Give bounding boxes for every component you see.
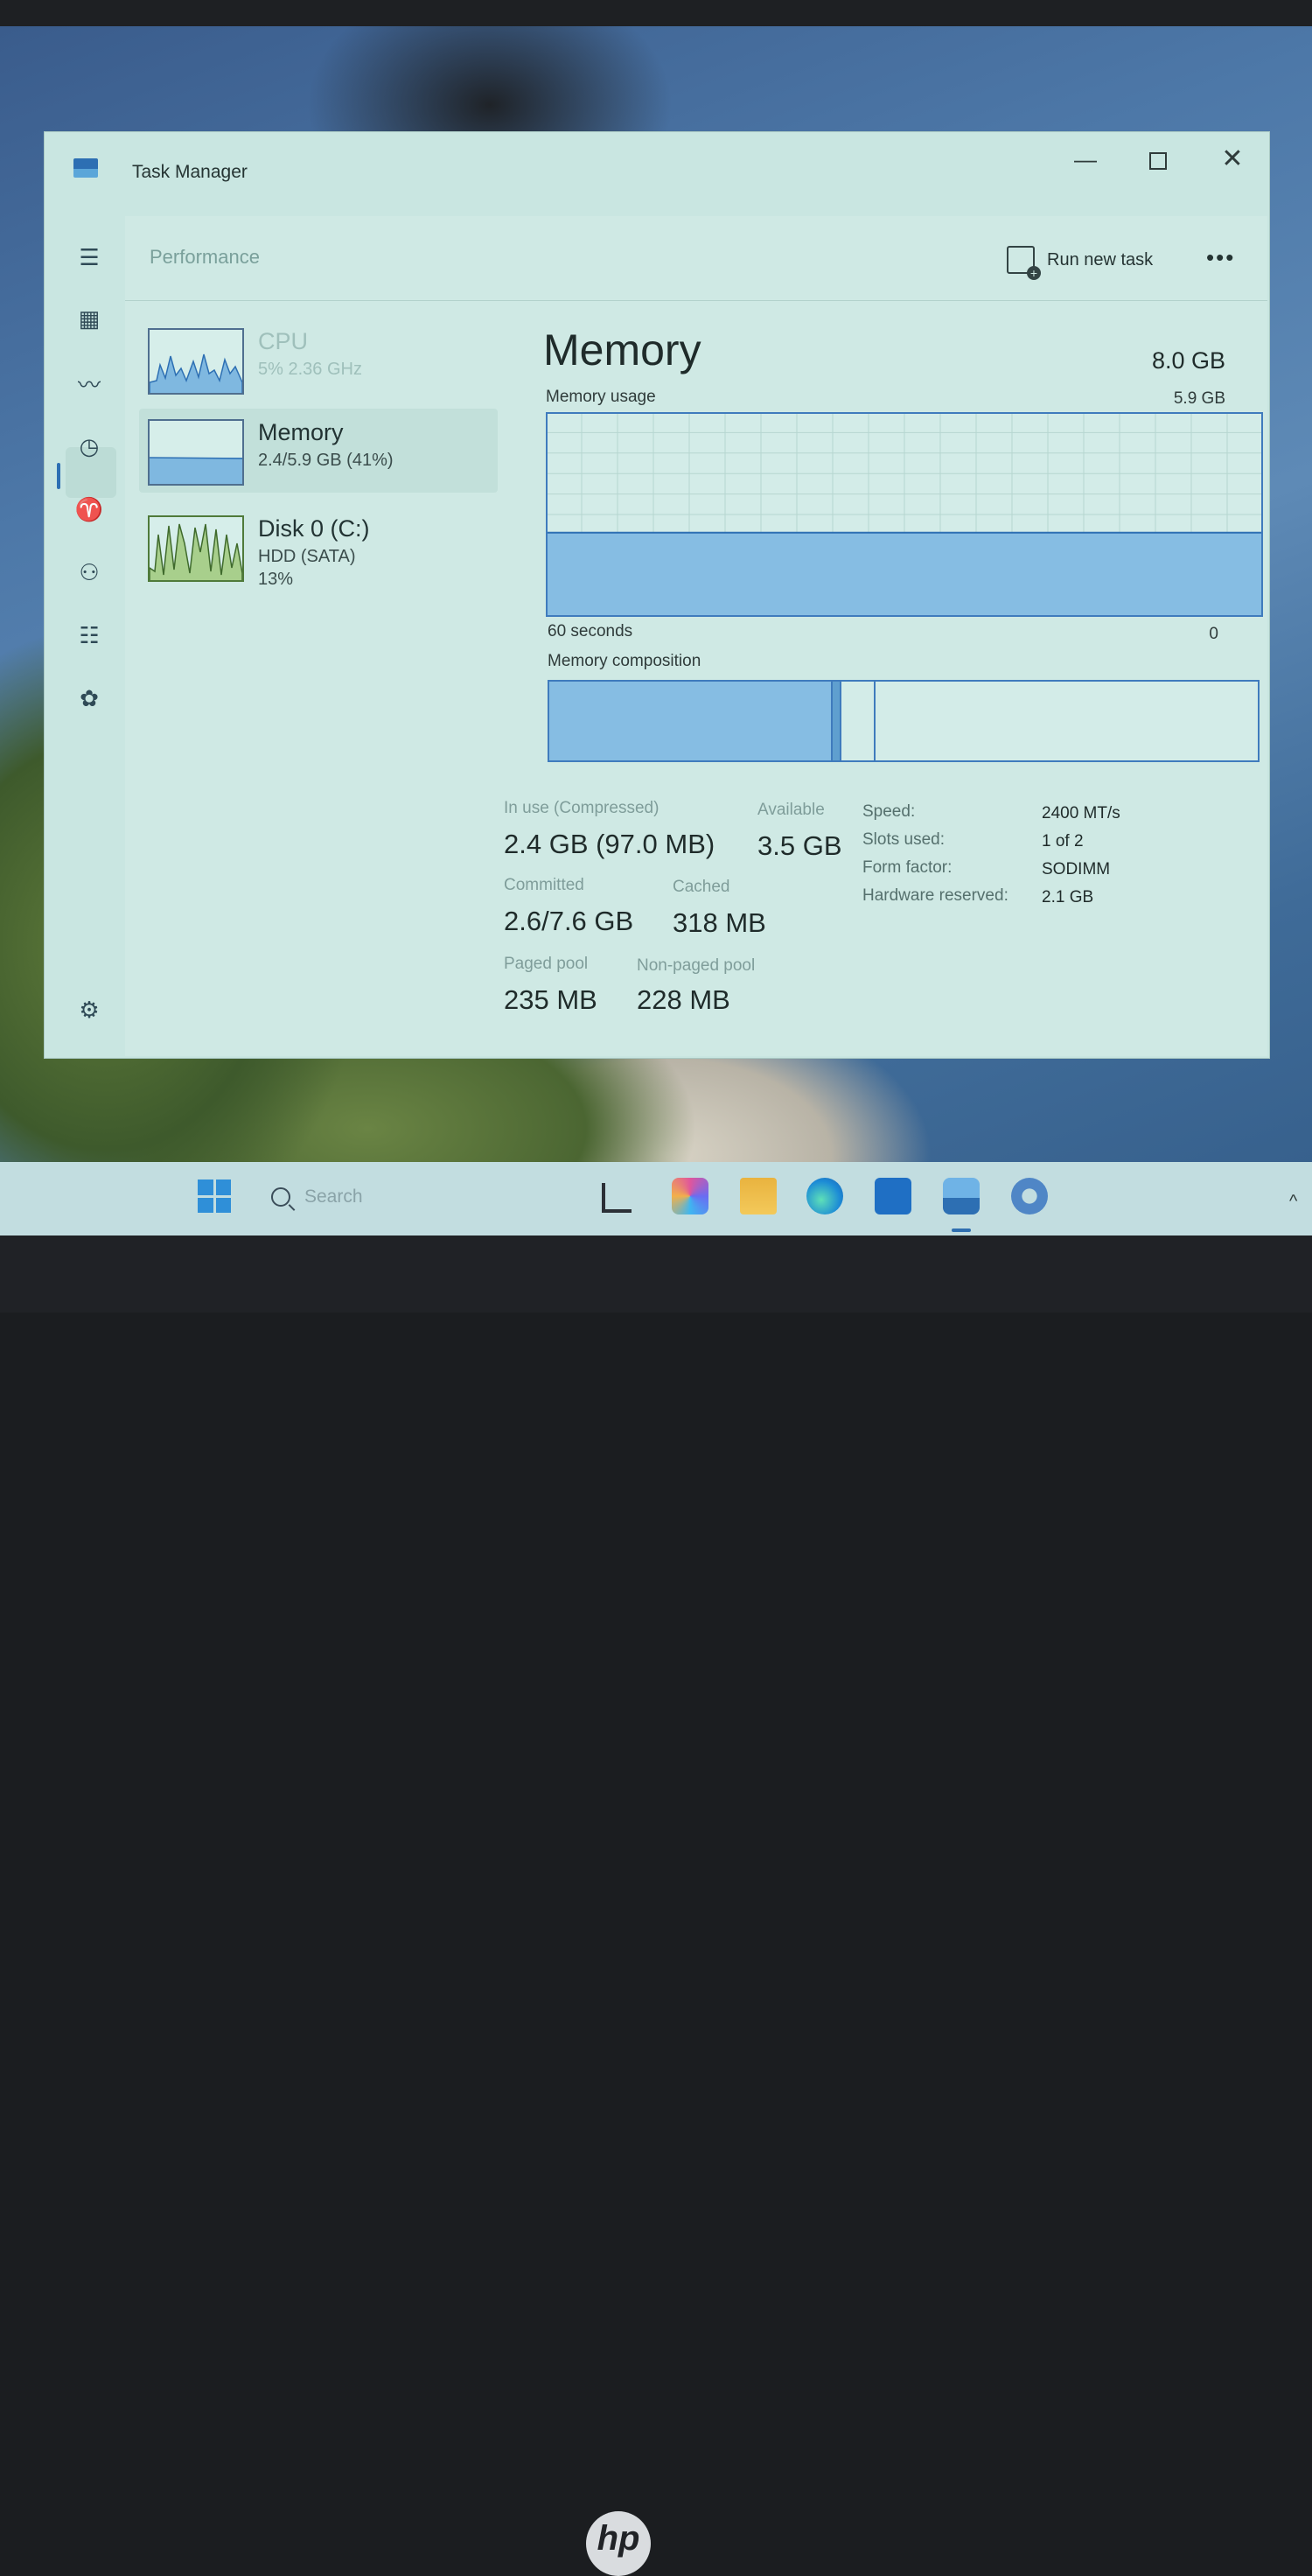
hardware-reserved-value: 2.1 GB	[1042, 888, 1094, 906]
search-icon	[271, 1187, 290, 1207]
maximize-icon	[1149, 152, 1167, 171]
header-divider	[125, 300, 1267, 301]
title-bar[interactable]: Task Manager — ✕	[45, 132, 1269, 216]
memory-thumbnail-svg	[150, 457, 242, 484]
page-title: Performance	[150, 246, 260, 268]
chevron-up-icon[interactable]: ^	[1289, 1192, 1297, 1212]
screen-bezel-bottom: hp	[0, 1236, 1312, 2576]
disk-thumbnail-svg	[150, 523, 242, 580]
disk-usage: 13%	[258, 570, 294, 589]
memory-usage-max: 5.9 GB	[1173, 389, 1225, 408]
taskbar-search[interactable]: Search	[262, 1178, 560, 1216]
navigation-rail: ☰ ▦ 〰 ◷ ♈ ⚇ ☷ ✿ ⚙	[57, 216, 123, 1047]
in-use-label: In use (Compressed)	[504, 799, 659, 817]
available-value: 3.5 GB	[757, 830, 842, 861]
copilot-icon[interactable]	[672, 1178, 708, 1214]
memory-stats: 2.4/5.9 GB (41%)	[258, 451, 394, 470]
window-title: Task Manager	[132, 162, 248, 182]
search-placeholder: Search	[304, 1186, 363, 1207]
memory-label: Memory	[258, 419, 344, 445]
cpu-stats: 5% 2.36 GHz	[258, 360, 362, 379]
graph-time-end: 0	[1209, 625, 1218, 643]
composition-in-use	[549, 682, 834, 760]
cpu-thumbnail-svg	[150, 354, 242, 393]
memory-total: 8.0 GB	[1151, 347, 1225, 374]
memory-usage-graph	[546, 412, 1263, 617]
memory-composition-label: Memory composition	[548, 652, 701, 670]
file-explorer-icon[interactable]	[740, 1178, 777, 1214]
startup-apps-icon[interactable]: ♈	[74, 494, 104, 524]
memory-usage-fill	[548, 532, 1261, 615]
running-app-indicator	[952, 1228, 971, 1232]
device-cpu[interactable]: CPU 5% 2.36 GHz	[148, 318, 454, 402]
screen-bezel-top	[0, 0, 1312, 26]
committed-label: Committed	[504, 876, 584, 894]
nav-active-indicator	[57, 463, 60, 489]
details-icon[interactable]: ☷	[74, 620, 104, 650]
settings-icon[interactable]	[1011, 1178, 1048, 1214]
composition-standby	[841, 682, 876, 760]
task-manager-window: Task Manager — ✕ ☰ ▦ 〰 ◷ ♈ ⚇ ☷ ✿ ⚙ Perfo…	[44, 131, 1270, 1059]
maximize-button[interactable]	[1132, 144, 1184, 174]
composition-modified	[833, 682, 842, 760]
hp-logo: hp	[586, 2511, 651, 2576]
form-factor-value: SODIMM	[1042, 860, 1111, 878]
cpu-label: CPU	[258, 328, 309, 354]
more-options-button[interactable]: •••	[1206, 244, 1235, 271]
services-icon[interactable]: ✿	[74, 683, 104, 713]
device-disk-0[interactable]: Disk 0 (C:) HDD (SATA) 13%	[148, 505, 454, 589]
device-memory[interactable]: Memory 2.4/5.9 GB (41%)	[139, 409, 498, 493]
paged-pool-label: Paged pool	[504, 955, 589, 973]
users-icon[interactable]: ⚇	[74, 557, 104, 587]
memory-composition-bar	[548, 680, 1260, 762]
minimize-button[interactable]: —	[1059, 144, 1112, 174]
start-tile-3	[198, 1197, 213, 1213]
hamburger-menu-icon[interactable]: ☰	[74, 242, 104, 272]
performance-icon[interactable]: 〰	[74, 370, 104, 400]
edge-icon[interactable]	[806, 1178, 843, 1214]
in-use-value: 2.4 GB (97.0 MB)	[504, 829, 715, 859]
available-label: Available	[757, 801, 825, 819]
non-paged-pool-value: 228 MB	[637, 984, 730, 1015]
graph-time-span: 60 seconds	[548, 622, 633, 640]
cached-value: 318 MB	[673, 907, 766, 938]
store-icon[interactable]	[875, 1178, 911, 1214]
slots-used-value: 1 of 2	[1042, 832, 1084, 850]
memory-heading: Memory	[543, 326, 701, 374]
memory-thumbnail-graph	[148, 419, 244, 486]
run-new-task-label: Run new task	[1047, 249, 1154, 270]
disk-type: HDD (SATA)	[258, 547, 356, 566]
app-history-icon[interactable]: ◷	[74, 431, 104, 461]
speed-label: Speed:	[862, 802, 916, 821]
settings-gear-icon[interactable]: ⚙	[74, 995, 104, 1025]
run-task-icon	[1007, 246, 1041, 280]
committed-value: 2.6/7.6 GB	[504, 906, 634, 936]
task-manager-app-icon	[73, 158, 98, 178]
cpu-thumbnail-graph	[148, 328, 244, 395]
memory-usage-label: Memory usage	[546, 388, 656, 406]
run-new-task-button[interactable]: Run new task	[1007, 244, 1154, 280]
processes-icon[interactable]: ▦	[74, 304, 104, 333]
taskbar: Search ^	[0, 1162, 1312, 1236]
disk-label: Disk 0 (C:)	[258, 515, 370, 542]
non-paged-pool-label: Non-paged pool	[637, 956, 756, 975]
hardware-reserved-label: Hardware reserved:	[862, 886, 1008, 905]
disk-thumbnail-graph	[148, 515, 244, 582]
task-manager-icon[interactable]	[943, 1178, 980, 1214]
cached-label: Cached	[673, 878, 730, 896]
close-button[interactable]: ✕	[1206, 144, 1259, 174]
paged-pool-value: 235 MB	[504, 984, 597, 1015]
slots-used-label: Slots used:	[862, 830, 945, 849]
form-factor-label: Form factor:	[862, 858, 953, 877]
start-tile-1	[198, 1180, 213, 1195]
start-tile-4	[215, 1197, 231, 1213]
start-button[interactable]	[198, 1180, 231, 1213]
start-tile-2	[215, 1180, 231, 1195]
task-view-icon[interactable]	[602, 1183, 632, 1213]
speed-value: 2400 MT/s	[1042, 804, 1120, 822]
